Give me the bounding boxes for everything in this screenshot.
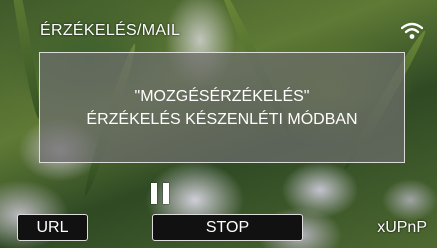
xupnp-label: xUPnP — [377, 219, 427, 236]
stop-button[interactable]: STOP — [152, 214, 303, 241]
message-line-1: "MOZGÉSÉRZÉKELÉS" — [134, 87, 310, 105]
message-line-2: ÉRZÉKELÉS KÉSZENLÉTI MÓDBAN — [86, 110, 358, 128]
pause-icon — [151, 183, 170, 204]
wifi-icon — [401, 22, 423, 39]
camera-preview: ÉRZÉKELÉS/MAIL "MOZGÉSÉRZÉKELÉS" ÉRZÉKEL… — [0, 0, 437, 248]
url-button[interactable]: URL — [17, 214, 88, 241]
mode-title: ÉRZÉKELÉS/MAIL — [40, 22, 181, 39]
status-message-box: "MOZGÉSÉRZÉKELÉS" ÉRZÉKELÉS KÉSZENLÉTI M… — [39, 52, 405, 163]
